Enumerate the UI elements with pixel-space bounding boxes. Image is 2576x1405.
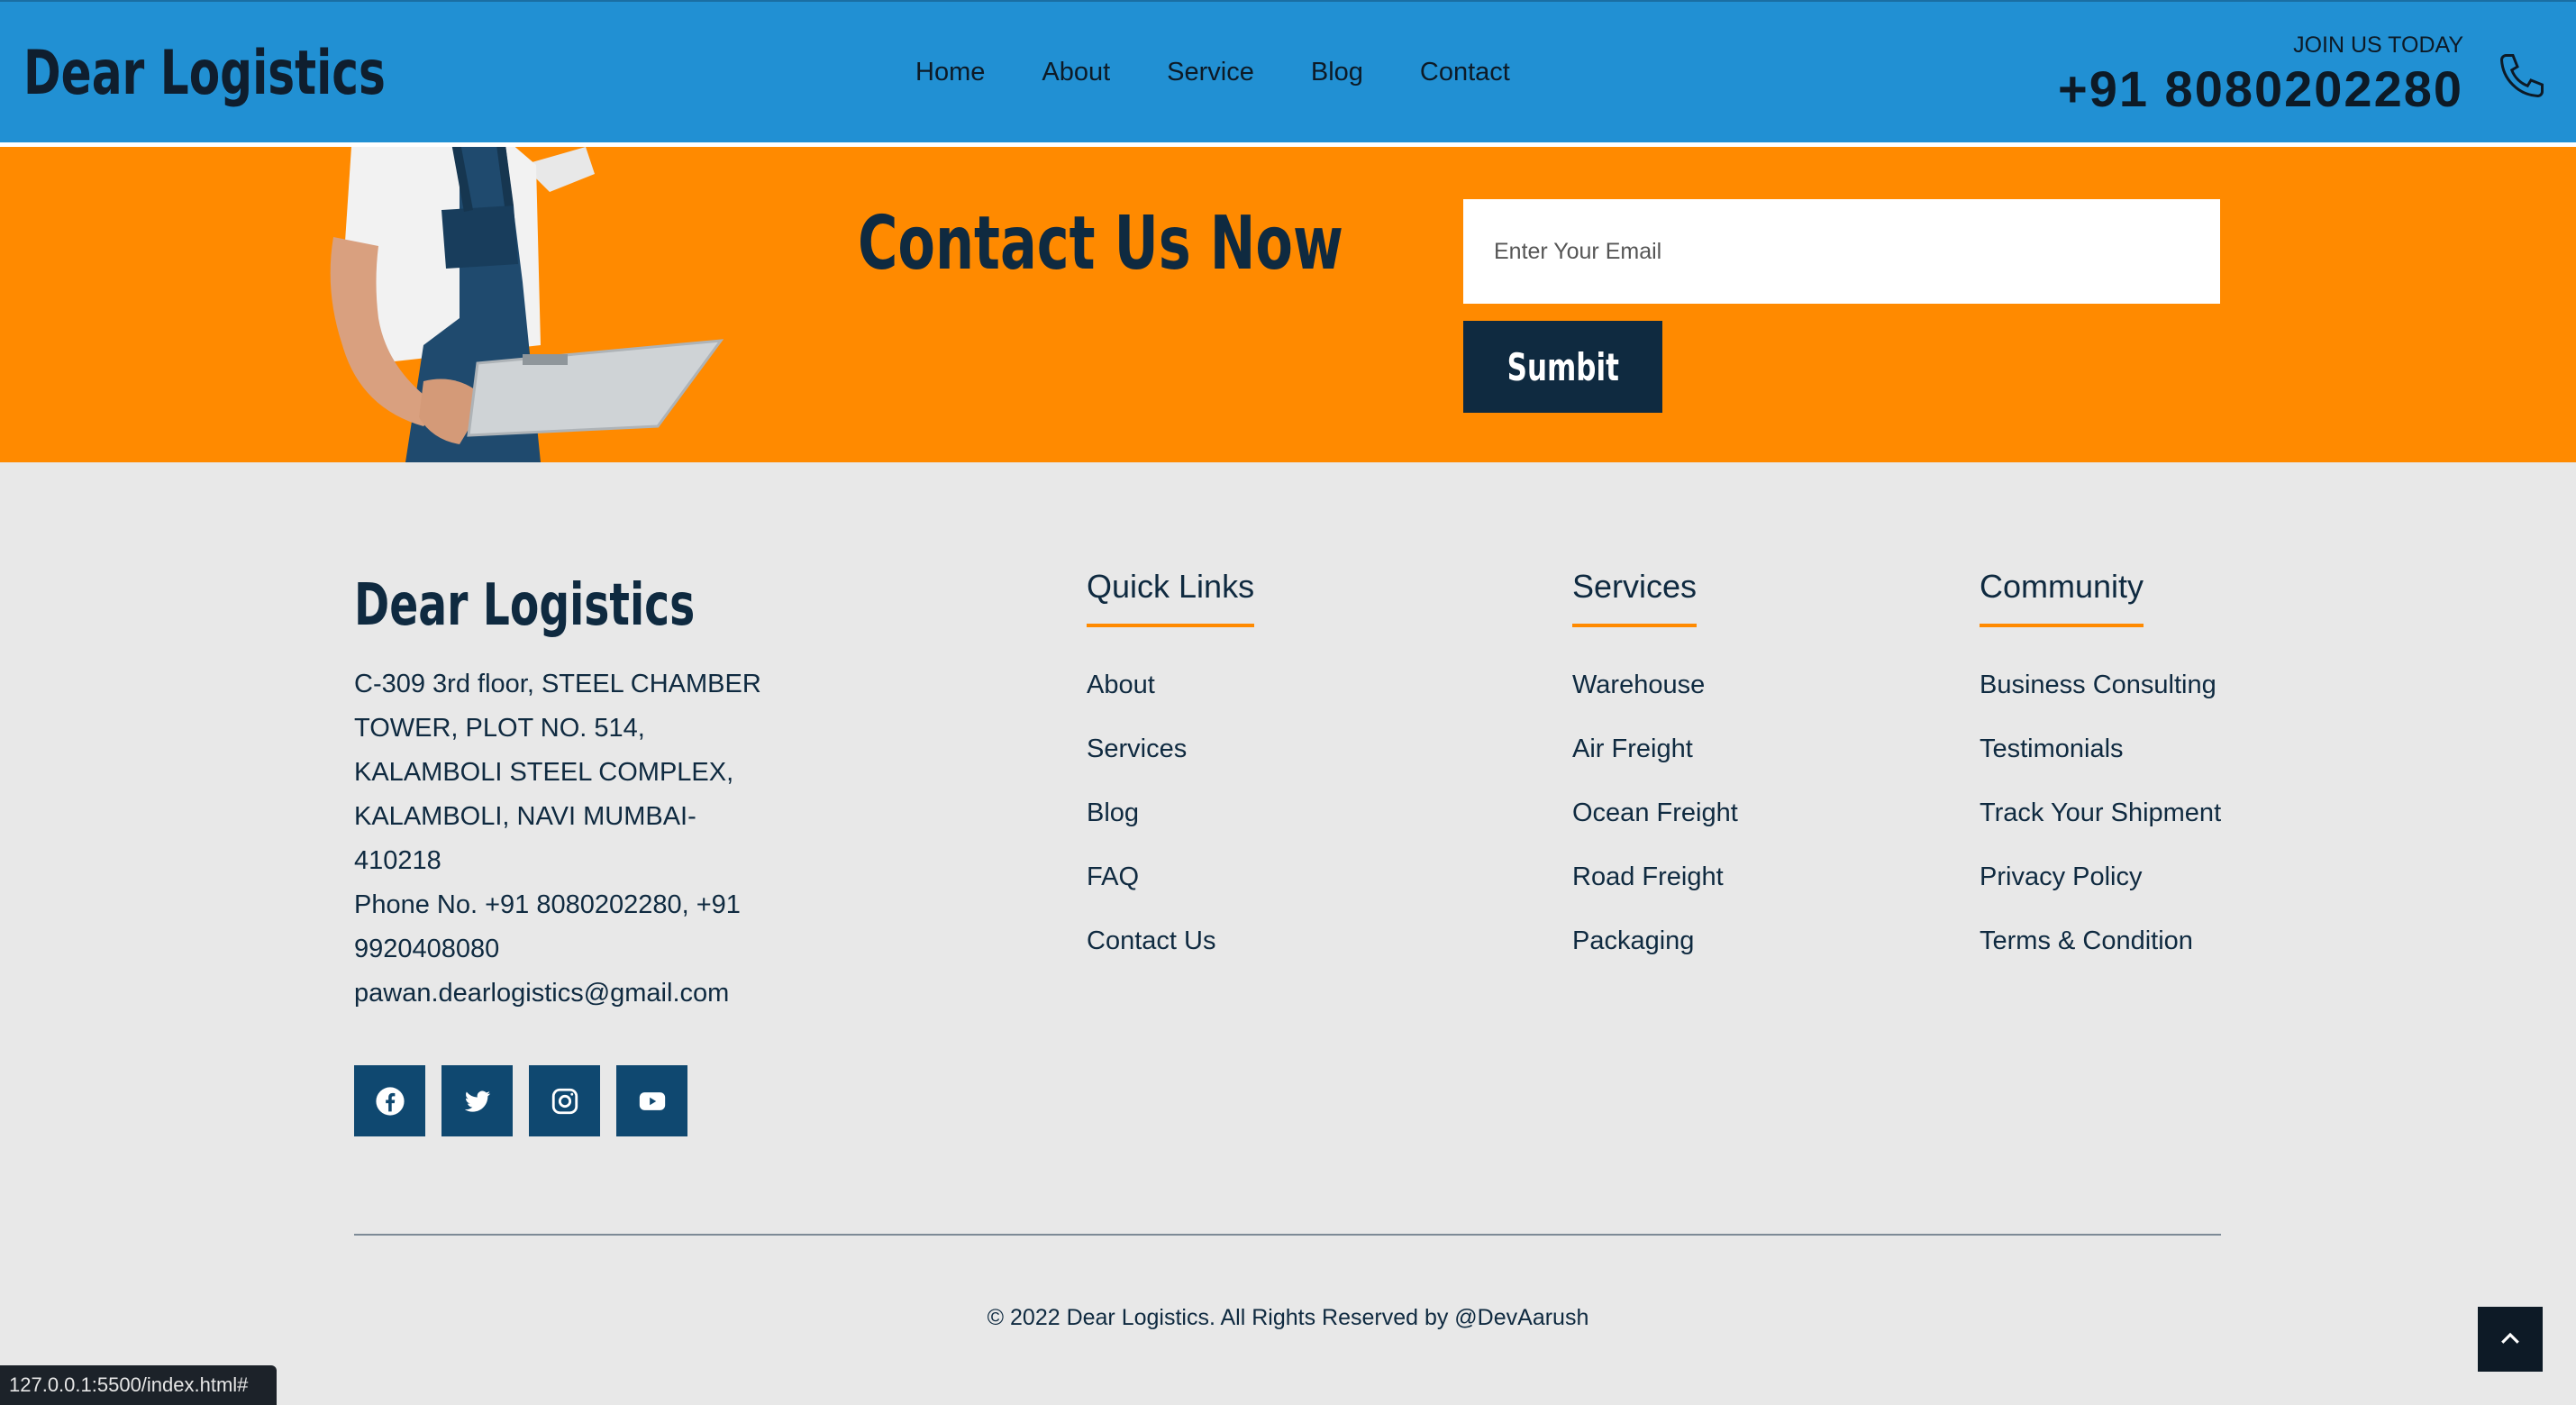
nav-service[interactable]: Service [1167,58,1254,87]
footer-link-about[interactable]: About [1087,667,1254,731]
services-heading: Services [1572,568,1698,627]
services-column: Services Warehouse Air Freight Ocean Fre… [1572,568,1738,987]
footer-link-packaging[interactable]: Packaging [1572,923,1738,987]
footer-brand: Dear Logistics [354,572,696,639]
phone-line: 9920408080 [354,935,500,963]
facebook-icon [375,1086,405,1116]
nav-home[interactable]: Home [915,58,985,87]
site-footer: Dear Logistics C-309 3rd floor, STEEL CH… [0,462,2576,1405]
address-line: TOWER, PLOT NO. 514, [354,714,645,743]
email-input[interactable] [1463,199,2220,304]
footer-link-terms[interactable]: Terms & Condition [1980,923,2221,987]
email-line[interactable]: pawan.dearlogistics@gmail.com [354,972,778,1016]
footer-divider [354,1234,2221,1236]
footer-link-services[interactable]: Services [1087,731,1254,795]
address-line: KALAMBOLI STEEL COMPLEX, [354,758,734,787]
copyright-text: © 2022 Dear Logistics. All Rights Reserv… [987,1305,1589,1330]
twitter-button[interactable] [441,1065,513,1136]
worker-image [330,147,724,462]
header-phone-number[interactable]: +91 8080202280 [2058,59,2463,118]
site-header: Dear Logistics Home About Service Blog C… [0,0,2576,147]
footer-link-road-freight[interactable]: Road Freight [1572,859,1738,923]
youtube-icon [639,1091,665,1110]
brand-logo[interactable]: Dear Logistics [23,38,386,109]
youtube-button[interactable] [616,1065,687,1136]
browser-status-url: 127.0.0.1:5500/index.html# [0,1365,277,1405]
phone-icon[interactable] [2495,49,2549,103]
footer-link-business-consulting[interactable]: Business Consulting [1980,667,2221,731]
quick-links-column: Quick Links About Services Blog FAQ Cont… [1087,568,1255,987]
twitter-icon [464,1090,490,1112]
chevron-up-icon [2501,1332,2519,1344]
nav-contact[interactable]: Contact [1420,58,1510,87]
address-line: C-309 3rd floor, STEEL CHAMBER [354,670,761,698]
address-line: 410218 [354,846,441,875]
join-us-label: JOIN US TODAY [2293,32,2463,58]
instagram-button[interactable] [529,1065,600,1136]
community-heading: Community [1980,568,2144,627]
address-line: KALAMBOLI, NAVI MUMBAI- [354,802,696,831]
submit-label: Sumbit [1506,344,1619,389]
footer-link-privacy-policy[interactable]: Privacy Policy [1980,859,2221,923]
contact-strip: Contact Us Now Sumbit [0,147,2576,462]
footer-link-air-freight[interactable]: Air Freight [1572,731,1738,795]
submit-button[interactable]: Sumbit [1463,321,1662,413]
footer-link-testimonials[interactable]: Testimonials [1980,731,2221,795]
facebook-button[interactable] [354,1065,425,1136]
footer-link-contact-us[interactable]: Contact Us [1087,923,1254,987]
footer-link-warehouse[interactable]: Warehouse [1572,667,1738,731]
phone-line: Phone No. +91 8080202280, +91 [354,890,741,919]
nav-about[interactable]: About [1042,58,1110,87]
nav-blog[interactable]: Blog [1311,58,1363,87]
main-nav: Home About Service Blog Contact [915,58,1510,87]
footer-link-track-shipment[interactable]: Track Your Shipment [1980,795,2221,859]
footer-address: C-309 3rd floor, STEEL CHAMBER TOWER, PL… [354,662,778,1016]
contact-title: Contact Us Now [858,201,1343,287]
footer-link-blog[interactable]: Blog [1087,795,1254,859]
footer-link-ocean-freight[interactable]: Ocean Freight [1572,795,1738,859]
footer-link-faq[interactable]: FAQ [1087,859,1254,923]
community-column: Community Business Consulting Testimonia… [1980,568,2221,987]
instagram-icon [551,1088,578,1114]
quick-links-heading: Quick Links [1087,568,1255,627]
scroll-to-top-button[interactable] [2478,1307,2543,1372]
social-links [354,1065,687,1136]
